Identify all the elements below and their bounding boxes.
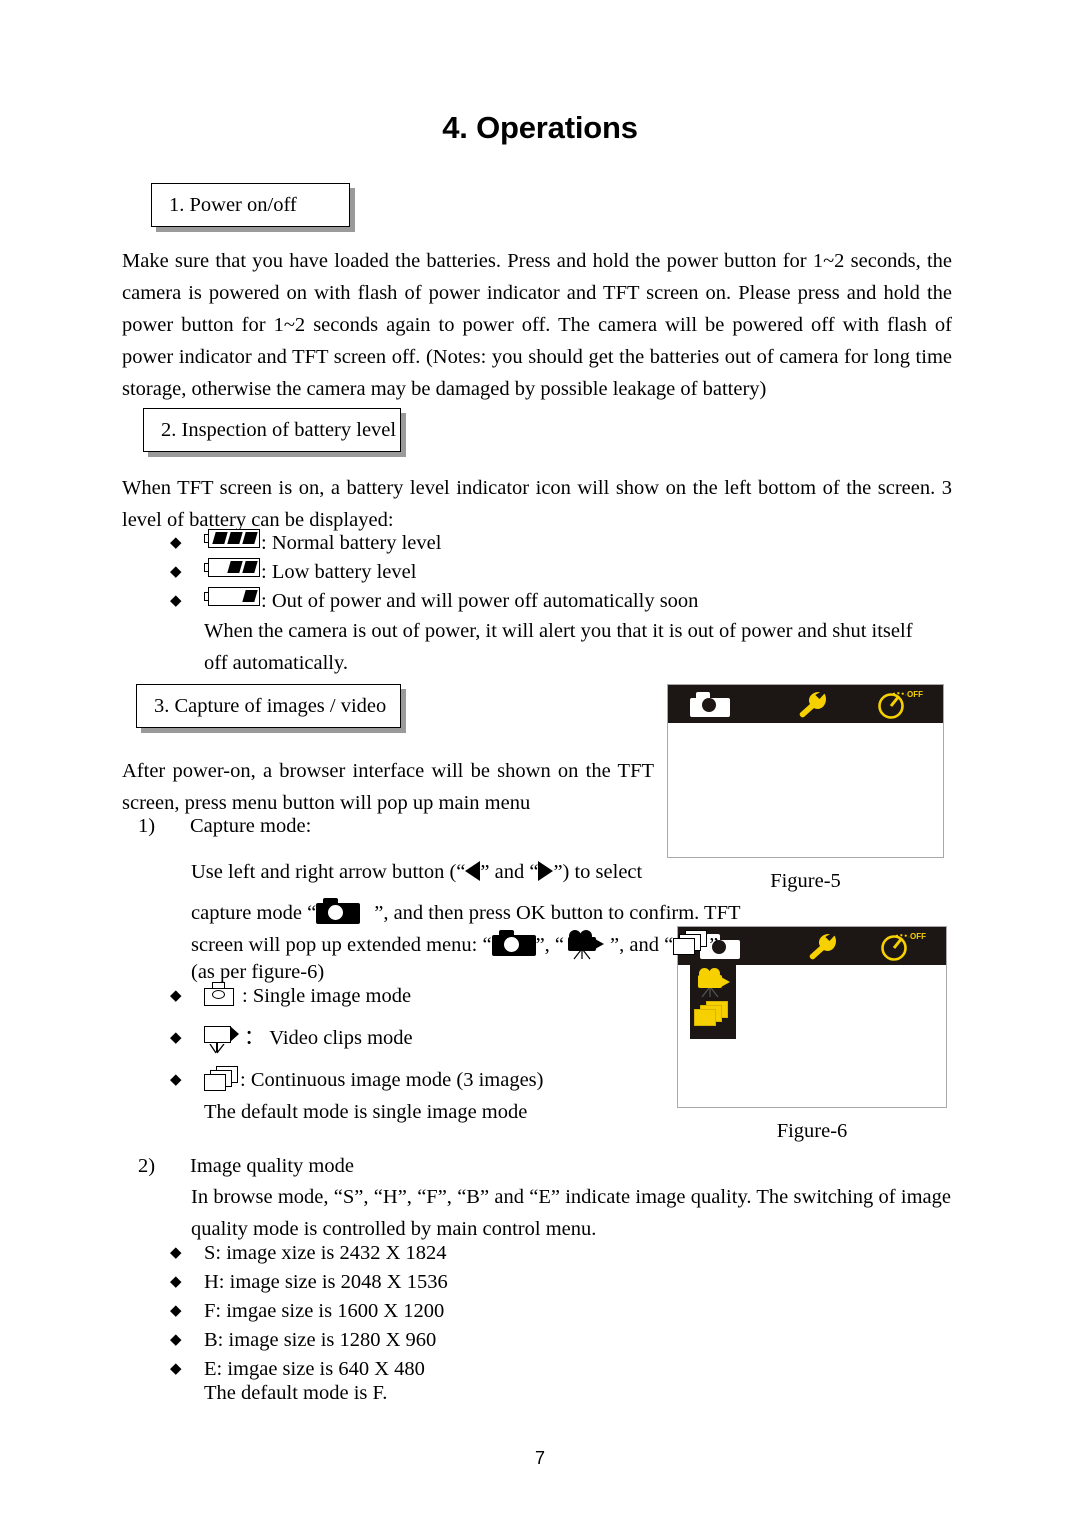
quality-mode-item: 2) Image quality mode bbox=[138, 1152, 838, 1180]
timer-off-icon[interactable]: OFF bbox=[876, 930, 928, 962]
list-item: ◆ : Out of power and will power off auto… bbox=[170, 587, 910, 615]
capture-instruction-confirm-pre: capture mode “ bbox=[191, 902, 317, 924]
quality-size-list: ◆ S: image xize is 2432 X 1824 ◆ H: imag… bbox=[170, 1239, 770, 1384]
figure-5: OFF Figure-5 bbox=[667, 684, 944, 892]
list-item: ◆ : Low battery level bbox=[170, 558, 910, 586]
svg-text:OFF: OFF bbox=[910, 932, 926, 941]
battery-full-icon bbox=[204, 529, 260, 548]
diamond-bullet-icon: ◆ bbox=[170, 1072, 182, 1088]
wrench-icon[interactable] bbox=[796, 691, 830, 718]
document-page: 4. Operations 1. Power on/off Make sure … bbox=[0, 0, 1080, 1528]
battery-level-list: ◆ : Normal battery level ◆ : Low battery… bbox=[170, 529, 910, 616]
capture-instruction-menu-post: ” bbox=[709, 934, 719, 956]
battery-low-label: : Low battery level bbox=[261, 561, 417, 583]
quality-size-label: F: imgae size is 1600 X 1200 bbox=[204, 1300, 445, 1322]
quality-size-label: H: image size is 2048 X 1536 bbox=[204, 1271, 448, 1293]
capture-instruction-confirm: capture mode “ ”, and then press OK butto… bbox=[191, 897, 751, 929]
single-image-mode-label: : Single image mode bbox=[242, 985, 412, 1007]
list-item: ◆ S: image xize is 2432 X 1824 bbox=[170, 1239, 770, 1267]
capture-instruction-menu-mid2: ”, and “ bbox=[610, 934, 674, 956]
svg-text:OFF: OFF bbox=[907, 690, 923, 699]
list-item: ◆ F: imgae size is 1600 X 1200 bbox=[170, 1297, 770, 1325]
continuous-image-icon bbox=[204, 1066, 240, 1092]
figure-6-caption: Figure-6 bbox=[776, 1120, 848, 1142]
diamond-bullet-icon: ◆ bbox=[170, 1274, 182, 1290]
capture-instruction-arrows: Use left and right arrow button (“ ” and … bbox=[191, 856, 661, 888]
page-number: 7 bbox=[534, 1448, 545, 1468]
section-heading-power-label: 1. Power on/off bbox=[169, 193, 297, 216]
section-heading-capture: 3. Capture of images / video bbox=[136, 684, 401, 728]
diamond-bullet-icon: ◆ bbox=[170, 1332, 182, 1348]
capture-instruction-arrows-post: ”) to select bbox=[553, 861, 643, 883]
section-heading-capture-label: 3. Capture of images / video bbox=[154, 694, 387, 717]
video-clip-icon bbox=[204, 1024, 244, 1054]
continuous-image-icon[interactable] bbox=[694, 1001, 732, 1031]
video-clip-mode-label: ： Video clips mode bbox=[244, 1027, 413, 1049]
list-item: ◆ : Single image mode bbox=[170, 982, 670, 1010]
battery-low-icon bbox=[204, 558, 260, 577]
diamond-bullet-icon: ◆ bbox=[170, 593, 182, 609]
camera-icon bbox=[316, 898, 361, 924]
page-title: 4. Operations bbox=[442, 110, 638, 145]
capture-instruction-confirm-post: ”, and then press OK button to confirm. … bbox=[374, 902, 741, 924]
list-item: ◆ : Normal battery level bbox=[170, 529, 910, 557]
diamond-bullet-icon: ◆ bbox=[170, 1245, 182, 1261]
capture-intro-paragraph: After power-on, a browser interface will… bbox=[122, 760, 654, 814]
list-item: ◆ ： Video clips mode bbox=[170, 1024, 670, 1054]
diamond-bullet-icon: ◆ bbox=[170, 1030, 182, 1046]
capture-instruction-menu-mid1: ”, “ bbox=[535, 934, 565, 956]
capture-instruction-arrows-pre: Use left and right arrow button (“ bbox=[191, 861, 466, 883]
quality-size-label: S: image xize is 2432 X 1824 bbox=[204, 1242, 447, 1264]
capture-mode-number: 1) bbox=[138, 815, 156, 837]
capture-mode-title: Capture mode: bbox=[190, 815, 312, 837]
arrow-left-icon bbox=[465, 861, 481, 881]
battery-empty-label: : Out of power and will power off automa… bbox=[261, 590, 699, 612]
figure-6-dropdown-menu[interactable] bbox=[690, 965, 736, 1039]
arrow-right-icon bbox=[538, 861, 554, 881]
capture-instruction-menu-pre: screen will pop up extended menu: “ bbox=[191, 934, 492, 956]
capture-mode-item: 1) Capture mode: bbox=[138, 812, 658, 840]
quality-mode-title: Image quality mode bbox=[190, 1155, 354, 1177]
battery-full-label: : Normal battery level bbox=[261, 532, 442, 554]
continuous-image-icon bbox=[673, 930, 709, 956]
quality-size-label: B: image size is 1280 X 960 bbox=[204, 1329, 437, 1351]
figure-5-menubar: OFF bbox=[668, 685, 943, 723]
section-heading-battery-label: 2. Inspection of battery level bbox=[161, 418, 397, 441]
battery-empty-icon bbox=[204, 587, 260, 606]
figure-5-caption: Figure-5 bbox=[770, 870, 841, 892]
diamond-bullet-icon: ◆ bbox=[170, 535, 182, 551]
diamond-bullet-icon: ◆ bbox=[170, 564, 182, 580]
battery-note-paragraph: When the camera is out of power, it will… bbox=[204, 620, 913, 674]
quality-body-paragraph: In browse mode, “S”, “H”, “F”, “B” and “… bbox=[191, 1186, 951, 1240]
camera-icon[interactable] bbox=[690, 692, 730, 717]
quality-default-note: The default mode is F. bbox=[204, 1382, 388, 1404]
wrench-icon[interactable] bbox=[806, 933, 840, 960]
list-item: ◆ H: image size is 2048 X 1536 bbox=[170, 1268, 770, 1296]
diamond-bullet-icon: ◆ bbox=[170, 1303, 182, 1319]
capture-instruction-arrows-mid: ” and “ bbox=[480, 861, 539, 883]
figure-5-screen: OFF bbox=[667, 684, 944, 858]
list-item: ◆ B: image size is 1280 X 960 bbox=[170, 1326, 770, 1354]
quality-mode-number: 2) bbox=[138, 1155, 156, 1177]
diamond-bullet-icon: ◆ bbox=[170, 988, 182, 1004]
capture-mode-list: ◆ : Single image mode ◆ ： Video clips mo… bbox=[170, 982, 670, 1095]
camera-icon bbox=[491, 930, 536, 956]
list-item: ◆ : Continuous image mode (3 images) bbox=[170, 1066, 670, 1094]
continuous-image-mode-label: : Continuous image mode (3 images) bbox=[240, 1069, 544, 1091]
single-image-icon bbox=[204, 982, 234, 1006]
capture-default-note: The default mode is single image mode bbox=[204, 1101, 528, 1123]
section-heading-battery: 2. Inspection of battery level bbox=[143, 408, 401, 452]
battery-intro-paragraph: When TFT screen is on, a battery level i… bbox=[122, 477, 952, 531]
timer-off-icon[interactable]: OFF bbox=[873, 688, 925, 720]
diamond-bullet-icon: ◆ bbox=[170, 1361, 182, 1377]
video-clip-icon[interactable] bbox=[695, 968, 733, 998]
power-body-paragraph: Make sure that you have loaded the batte… bbox=[122, 250, 952, 400]
section-heading-power: 1. Power on/off bbox=[151, 183, 350, 227]
